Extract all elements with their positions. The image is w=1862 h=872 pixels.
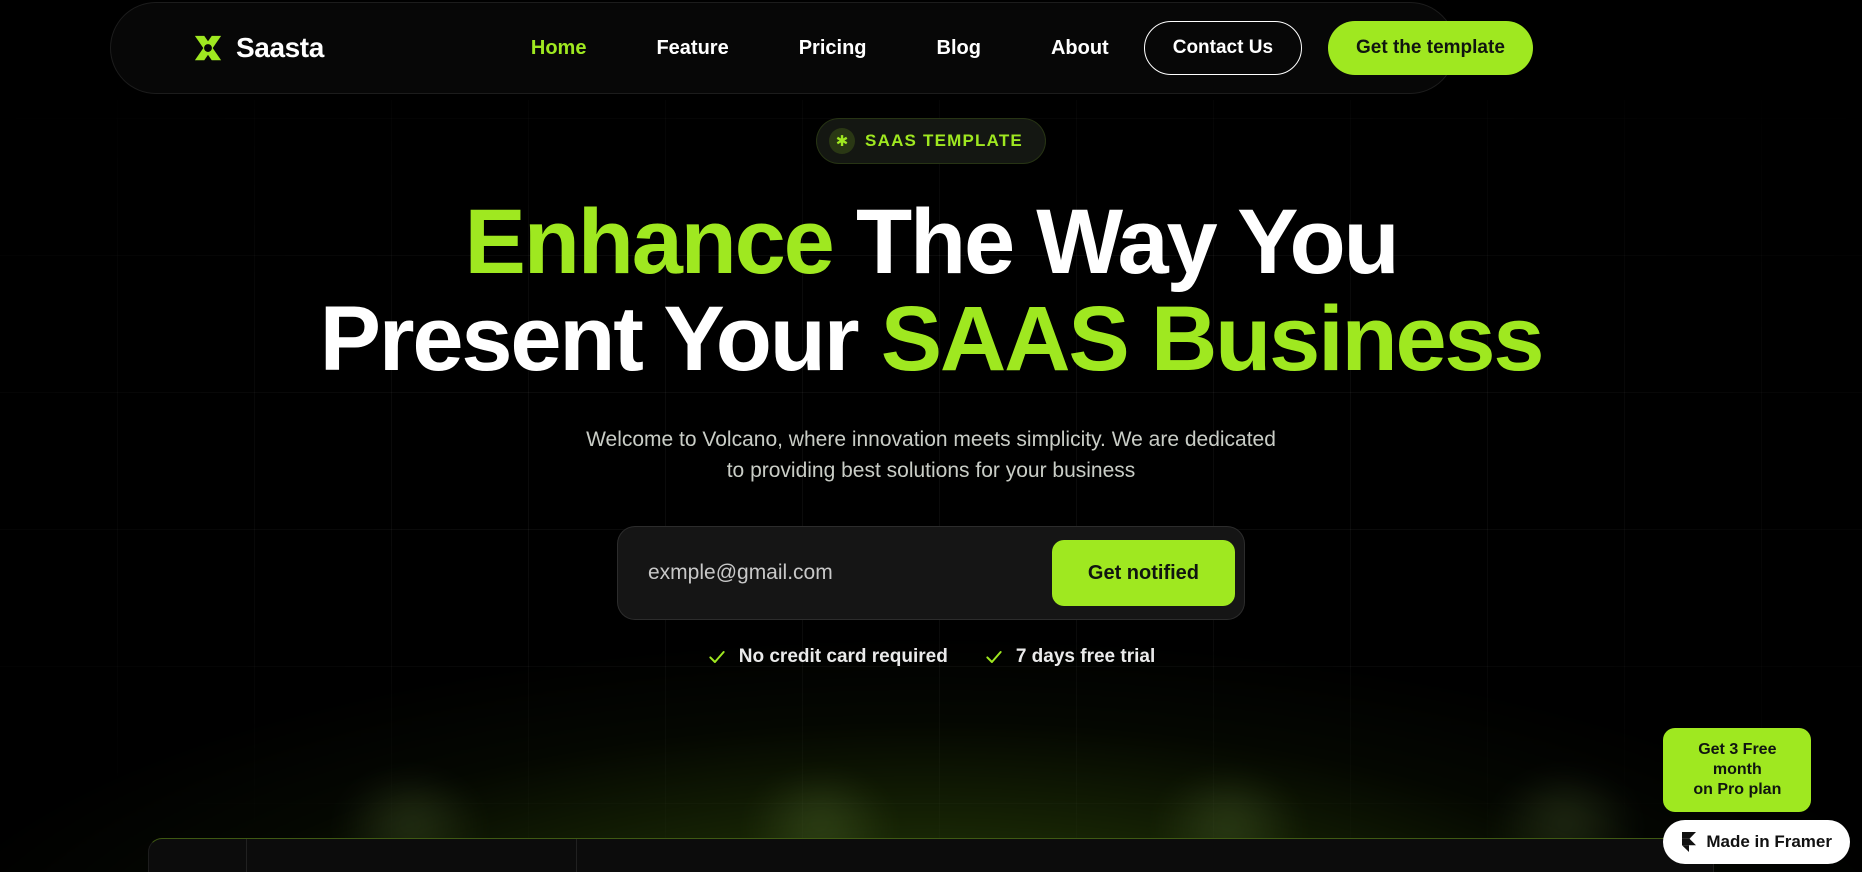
headline-highlight-2: SAAS Business <box>880 287 1545 390</box>
feature-no-credit-card: No credit card required <box>707 646 948 668</box>
hero-subtitle: Welcome to Volcano, where innovation mee… <box>0 425 1862 486</box>
get-template-button[interactable]: Get the template <box>1328 21 1533 75</box>
floating-widgets: Get 3 Free month on Pro plan Made in Fra… <box>1663 728 1850 864</box>
signup-form: Get notified <box>617 526 1245 621</box>
promo-line-1: Get 3 Free month <box>1698 741 1777 778</box>
bottom-card-icon-col: ∞ <box>149 839 247 872</box>
feature-label: 7 days free trial <box>1015 646 1156 668</box>
badge-label: SAAS TEMPLATE <box>865 131 1023 150</box>
check-icon <box>709 651 725 664</box>
feature-free-trial: 7 days free trial <box>984 646 1155 668</box>
nav-link-home[interactable]: Home <box>496 37 622 60</box>
framer-logo-icon <box>1682 832 1697 852</box>
get-notified-button[interactable]: Get notified <box>1051 540 1235 607</box>
brand[interactable]: Saasta <box>193 32 324 64</box>
nav-link-feature[interactable]: Feature <box>621 37 763 60</box>
navbar: Saasta Home Feature Pricing Blog About C… <box>110 2 1533 94</box>
made-in-framer-badge[interactable]: Made in Framer <box>1663 820 1850 864</box>
headline-line-1: Enhance The Way You <box>0 194 1862 291</box>
nav-actions: Contact Us Get the template <box>1143 21 1533 75</box>
check-icon <box>986 651 1002 664</box>
sparkle-icon: ✱ <box>829 128 856 154</box>
promo-line-2: on Pro plan <box>1693 781 1782 798</box>
bottom-card: ∞ All Project Ongoing Smart Market <box>148 838 1714 872</box>
saas-template-badge: ✱ SAAS TEMPLATE <box>816 118 1046 164</box>
nav-links: Home Feature Pricing Blog About <box>496 37 1144 60</box>
headline-line-2: Present Your SAAS Business <box>0 287 1862 390</box>
page-title: Enhance The Way You Present Your SAAS Bu… <box>0 194 1862 387</box>
framer-badge-label: Made in Framer <box>1706 832 1832 851</box>
headline-rest-2: Present Your <box>319 287 881 390</box>
nav-link-pricing[interactable]: Pricing <box>764 37 902 60</box>
nav-link-blog[interactable]: Blog <box>902 37 1016 60</box>
bottom-card-col-ongoing[interactable]: Ongoing Smart Market <box>577 839 1713 872</box>
brand-name: Saasta <box>236 32 324 63</box>
subtitle-line-1: Welcome to Volcano, where innovation mee… <box>586 428 1276 452</box>
subtitle-line-2: to providing best solutions for your bus… <box>726 458 1136 482</box>
bottom-section: ∞ All Project Ongoing Smart Market <box>0 832 1862 872</box>
promo-badge[interactable]: Get 3 Free month on Pro plan <box>1663 728 1812 812</box>
headline-rest-1: The Way You <box>832 191 1400 293</box>
headline-highlight-1: Enhance <box>464 191 835 293</box>
hero-features: No credit card required 7 days free tria… <box>0 646 1862 668</box>
feature-label: No credit card required <box>738 646 948 668</box>
email-input[interactable] <box>648 561 1052 586</box>
x-mark-logo-icon <box>194 35 222 61</box>
hero-section: ✱ SAAS TEMPLATE Enhance The Way You Pres… <box>0 118 1862 668</box>
nav-link-about[interactable]: About <box>1016 37 1144 60</box>
bottom-card-col-all-project[interactable]: All Project <box>247 839 577 872</box>
page-root: Saasta Home Feature Pricing Blog About C… <box>0 0 1862 872</box>
glow-blobs <box>0 670 1862 872</box>
contact-us-button[interactable]: Contact Us <box>1143 21 1303 75</box>
